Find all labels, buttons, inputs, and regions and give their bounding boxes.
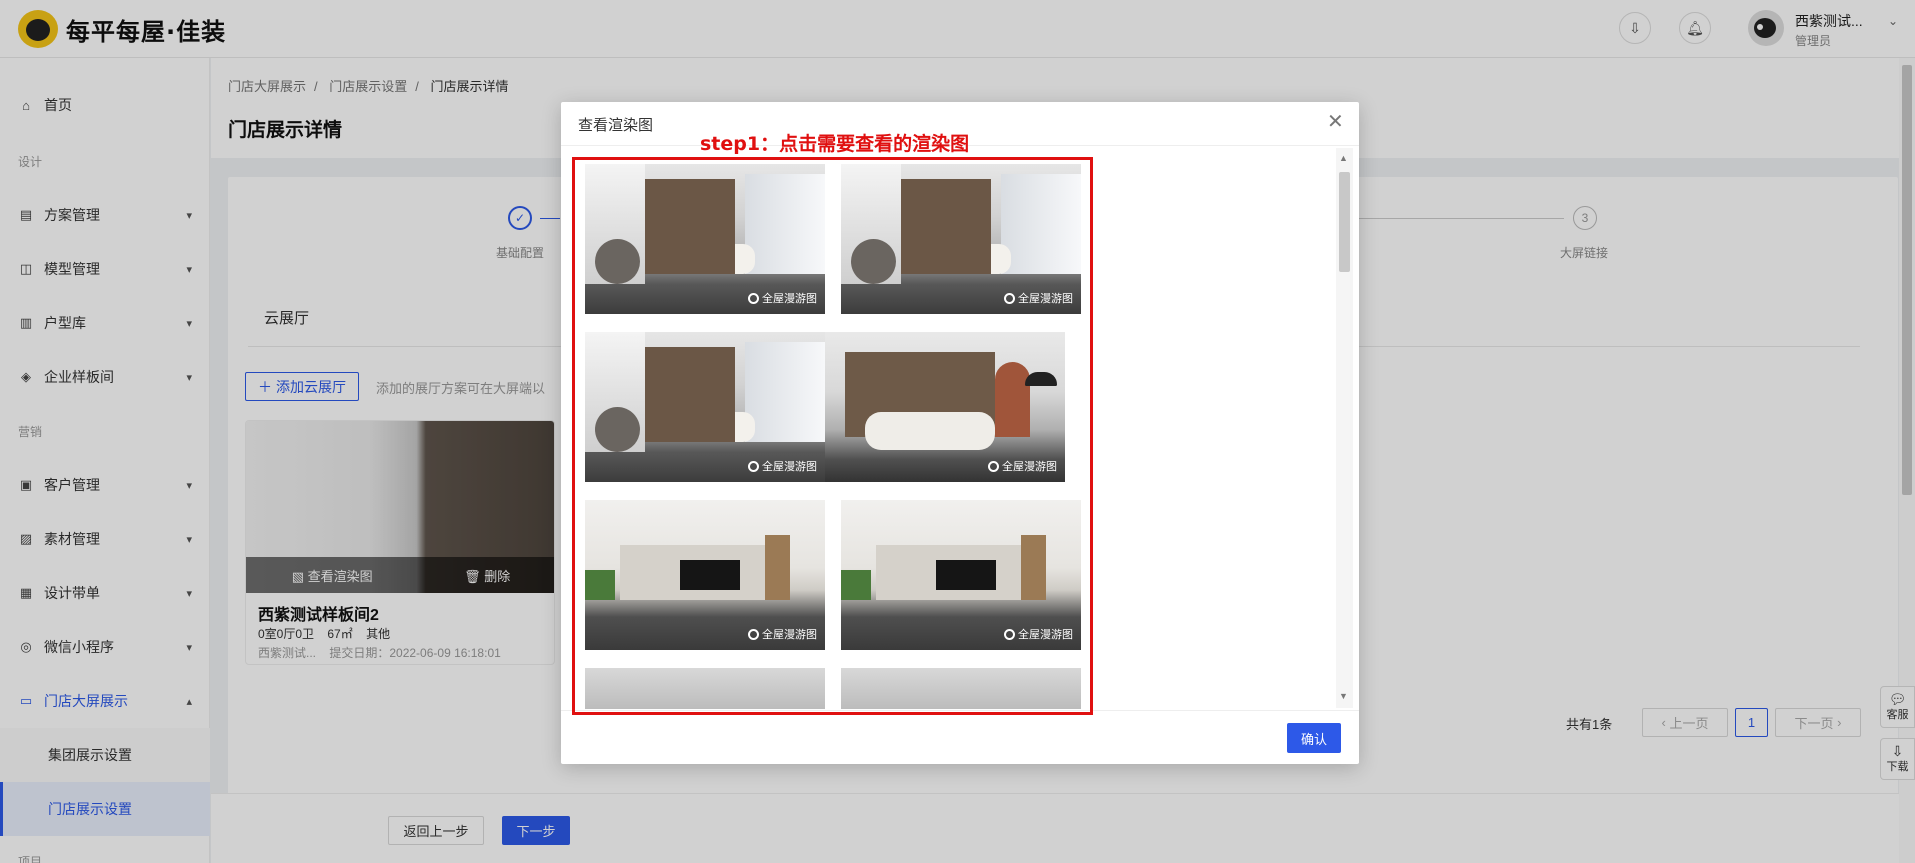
close-icon[interactable]: ✕	[1327, 112, 1344, 132]
scroll-up-icon[interactable]: ▲	[1339, 153, 1348, 163]
scroll-down-icon[interactable]: ▼	[1339, 691, 1348, 701]
annotation-step-text: step1：点击需要查看的渲染图	[700, 133, 970, 155]
confirm-button[interactable]: 确认	[1287, 723, 1341, 753]
modal-title: 查看渲染图	[578, 117, 654, 134]
modal-scrollbar-thumb[interactable]	[1339, 172, 1350, 272]
annotation-highlight-box	[572, 157, 1093, 715]
